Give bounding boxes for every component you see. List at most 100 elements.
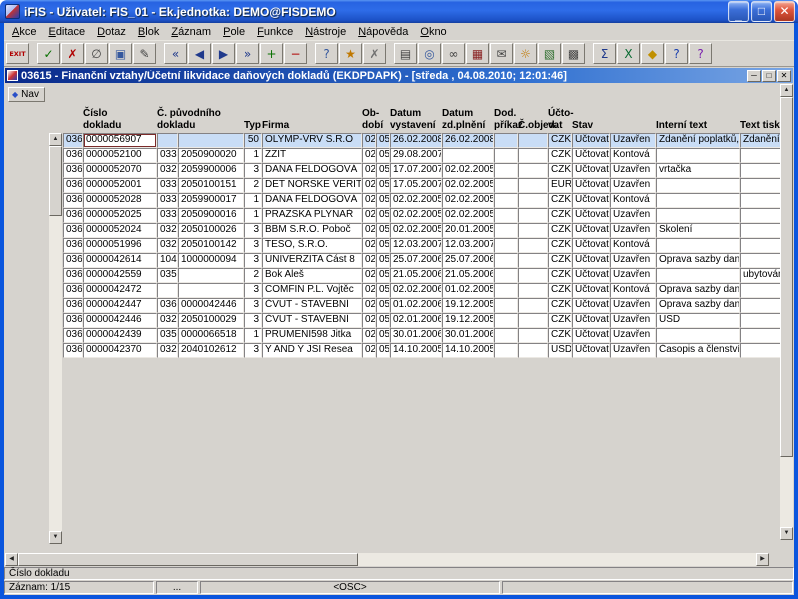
scroll-right-icon[interactable]: ▶ <box>756 553 769 566</box>
puvodni-prefix-cell[interactable]: 033 <box>157 148 178 163</box>
c-objed-cell[interactable] <box>518 193 548 208</box>
puvodni-doklad-cell[interactable] <box>178 133 244 148</box>
stav-cell[interactable]: Účtovat <box>572 313 610 328</box>
obdobi-rok-cell[interactable]: 02 <box>362 268 376 283</box>
obdobi-rok-cell[interactable]: 02 <box>362 313 376 328</box>
text-tisku-cell[interactable]: Zdanění a proú <box>740 133 782 148</box>
puvodni-prefix-cell[interactable]: 032 <box>157 313 178 328</box>
puvodni-doklad-cell[interactable]: 2050100029 <box>178 313 244 328</box>
c-objed-cell[interactable] <box>518 268 548 283</box>
dod-prikaz-cell[interactable] <box>494 313 518 328</box>
cislo-prefix-cell[interactable]: 036 <box>63 343 83 358</box>
exit-button[interactable]: EXIT <box>6 43 29 64</box>
obdobi-rok-cell[interactable]: 02 <box>362 178 376 193</box>
cislo-dokladu-cell[interactable]: 0000042559 <box>83 268 157 283</box>
mena-cell[interactable]: CZK <box>548 223 572 238</box>
interni-text-cell[interactable]: Oprava sazby daně <box>656 283 740 298</box>
uzavreni-cell[interactable]: Uzavřen <box>610 253 656 268</box>
uzavreni-cell[interactable]: Uzavřen <box>610 178 656 193</box>
delete-record-button[interactable]: − <box>284 43 307 64</box>
obdobi-mesic-cell[interactable]: 05 <box>376 193 390 208</box>
datum-zdplneni-cell[interactable]: 12.03.2007 <box>442 238 494 253</box>
typ-cell[interactable]: 2 <box>244 178 262 193</box>
puvodni-doklad-cell[interactable]: 2050900020 <box>178 148 244 163</box>
typ-cell[interactable]: 2 <box>244 268 262 283</box>
dod-prikaz-cell[interactable] <box>494 283 518 298</box>
obdobi-rok-cell[interactable]: 02 <box>362 148 376 163</box>
c-objed-cell[interactable] <box>518 313 548 328</box>
obdobi-rok-cell[interactable]: 02 <box>362 133 376 148</box>
typ-cell[interactable]: 50 <box>244 133 262 148</box>
menu-pole[interactable]: Pole <box>217 25 251 39</box>
insert-record-button[interactable]: + <box>260 43 283 64</box>
obdobi-mesic-cell[interactable]: 05 <box>376 313 390 328</box>
dod-prikaz-cell[interactable] <box>494 253 518 268</box>
menu-okno[interactable]: Okno <box>414 25 452 39</box>
accept-button[interactable]: ✓ <box>37 43 60 64</box>
interni-text-cell[interactable]: vrtačka <box>656 163 740 178</box>
obdobi-mesic-cell[interactable]: 05 <box>376 253 390 268</box>
record-scrollbar-thumb[interactable] <box>49 146 62 216</box>
table-row[interactable]: 036 0000052001 033 2050100151 2 DET NORS… <box>63 178 782 193</box>
uzavreni-cell[interactable]: Uzavřen <box>610 268 656 283</box>
cislo-dokladu-cell[interactable]: 0000052070 <box>83 163 157 178</box>
cislo-prefix-cell[interactable]: 036 <box>63 148 83 163</box>
last-record-button[interactable]: » <box>236 43 259 64</box>
table-row[interactable]: 036 0000056907 50 OLYMP-VRV S.R.O 02 05 … <box>63 133 782 148</box>
mena-cell[interactable]: CZK <box>548 208 572 223</box>
cislo-dokladu-cell[interactable]: 0000042446 <box>83 313 157 328</box>
typ-cell[interactable]: 3 <box>244 313 262 328</box>
datum-zdplneni-cell[interactable]: 20.01.2005 <box>442 223 494 238</box>
scroll-up-icon[interactable]: ▲ <box>49 133 62 146</box>
cislo-prefix-cell[interactable]: 036 <box>63 268 83 283</box>
puvodni-doklad-cell[interactable]: 2059900017 <box>178 193 244 208</box>
datum-zdplneni-cell[interactable]: 02.02.2005 <box>442 208 494 223</box>
canvas-horizontal-scrollbar[interactable]: ◀ ▶ <box>5 553 769 566</box>
scroll-left-icon[interactable]: ◀ <box>5 553 18 566</box>
uzavreni-cell[interactable]: Uzavřen <box>610 313 656 328</box>
puvodni-prefix-cell[interactable]: 032 <box>157 343 178 358</box>
interni-text-cell[interactable]: Skolení <box>656 223 740 238</box>
cislo-prefix-cell[interactable]: 036 <box>63 328 83 343</box>
menu-blok[interactable]: Blok <box>132 25 165 39</box>
interni-text-cell[interactable] <box>656 208 740 223</box>
table-row[interactable]: 036 0000052024 032 2050100026 3 BBM S.R.… <box>63 223 782 238</box>
obdobi-mesic-cell[interactable]: 05 <box>376 238 390 253</box>
stav-cell[interactable]: Účtovat <box>572 148 610 163</box>
puvodni-doklad-cell[interactable]: 0000042446 <box>178 298 244 313</box>
text-tisku-cell[interactable] <box>740 283 782 298</box>
cislo-dokladu-cell[interactable]: 0000056907 <box>83 133 157 148</box>
lock-button[interactable]: ◆ <box>641 43 664 64</box>
firma-cell[interactable]: DANA FELDOGOVÁ <box>262 193 362 208</box>
duplicate-record-button[interactable]: ▣ <box>109 43 132 64</box>
excel-export-button[interactable]: X <box>617 43 640 64</box>
puvodni-prefix-cell[interactable]: 032 <box>157 238 178 253</box>
text-tisku-cell[interactable] <box>740 238 782 253</box>
table-row[interactable]: 036 0000042446 032 2050100029 3 ČVUT - S… <box>63 313 782 328</box>
menu-akce[interactable]: Akce <box>6 25 42 39</box>
cislo-prefix-cell[interactable]: 036 <box>63 208 83 223</box>
text-tisku-cell[interactable] <box>740 223 782 238</box>
obdobi-rok-cell[interactable]: 02 <box>362 328 376 343</box>
puvodni-prefix-cell[interactable]: 033 <box>157 193 178 208</box>
typ-cell[interactable]: 3 <box>244 343 262 358</box>
cislo-prefix-cell[interactable]: 036 <box>63 133 83 148</box>
menu-napoveda[interactable]: Nápověda <box>352 25 414 39</box>
c-objed-cell[interactable] <box>518 343 548 358</box>
uzavreni-cell[interactable]: Uzavřen <box>610 133 656 148</box>
mena-cell[interactable]: CZK <box>548 253 572 268</box>
table-row[interactable]: 036 0000052070 032 2059900006 3 DANA FEL… <box>63 163 782 178</box>
typ-cell[interactable]: 1 <box>244 193 262 208</box>
datum-vystaveni-cell[interactable]: 02.02.2006 <box>390 283 442 298</box>
obdobi-rok-cell[interactable]: 02 <box>362 298 376 313</box>
interni-text-cell[interactable]: USD <box>656 313 740 328</box>
stav-cell[interactable]: Účtovat <box>572 253 610 268</box>
typ-cell[interactable]: 1 <box>244 328 262 343</box>
puvodni-doklad-cell[interactable]: 2050100151 <box>178 178 244 193</box>
menu-dotaz[interactable]: Dotaz <box>91 25 132 39</box>
close-button[interactable]: ✕ <box>774 1 795 22</box>
obdobi-rok-cell[interactable]: 02 <box>362 193 376 208</box>
firma-cell[interactable]: BBM S.R.O. Poboč <box>262 223 362 238</box>
typ-cell[interactable]: 1 <box>244 208 262 223</box>
interni-text-cell[interactable] <box>656 148 740 163</box>
